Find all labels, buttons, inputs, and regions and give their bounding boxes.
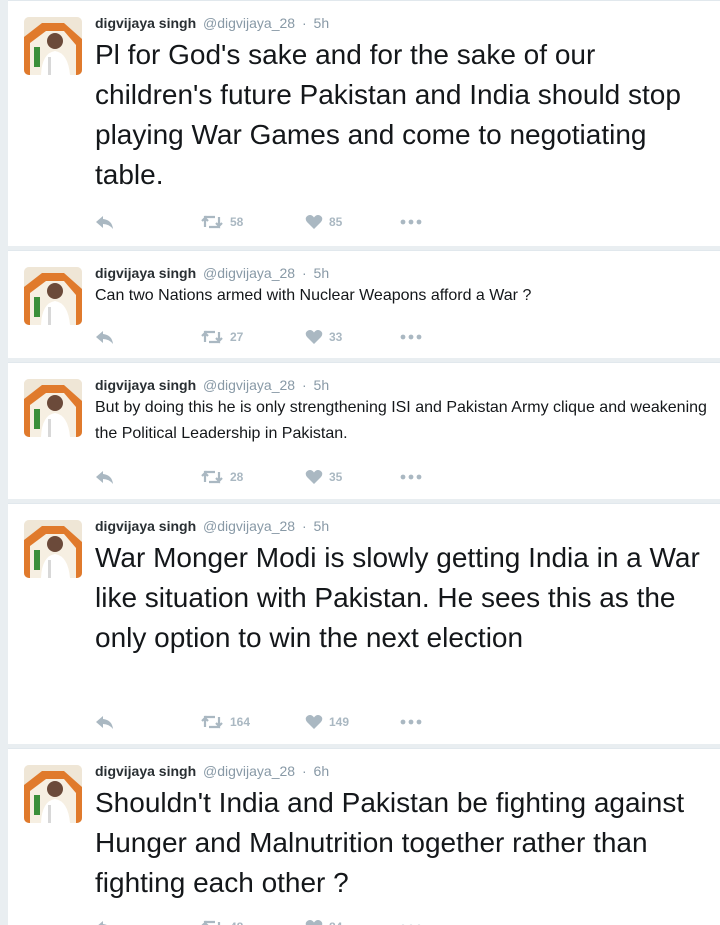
avatar[interactable] xyxy=(24,765,82,823)
retweet-button[interactable]: 58 xyxy=(200,212,243,232)
like-count: 85 xyxy=(329,215,343,229)
retweet-icon xyxy=(201,330,223,344)
more-button[interactable] xyxy=(400,327,422,347)
tweet[interactable]: digvijaya singh @digvijaya_28 · 5h Can t… xyxy=(8,250,720,358)
more-dots-icon xyxy=(400,474,422,480)
retweet-button[interactable]: 27 xyxy=(200,327,243,347)
heart-icon xyxy=(305,215,323,229)
avatar[interactable] xyxy=(24,379,82,437)
reply-icon xyxy=(96,471,113,484)
tweet-feed: digvijaya singh @digvijaya_28 · 5h Pl fo… xyxy=(0,0,720,925)
retweet-icon xyxy=(201,470,223,484)
timestamp[interactable]: 5h xyxy=(314,377,330,393)
separator: · xyxy=(301,15,307,31)
avatar[interactable] xyxy=(24,17,82,75)
reply-button[interactable] xyxy=(95,917,115,925)
retweet-button[interactable]: 28 xyxy=(200,467,243,487)
timestamp[interactable]: 5h xyxy=(314,518,330,534)
display-name[interactable]: digvijaya singh xyxy=(95,265,196,281)
timestamp[interactable]: 6h xyxy=(314,763,330,779)
more-dots-icon xyxy=(400,334,422,340)
like-button[interactable]: 33 xyxy=(305,327,342,347)
timestamp[interactable]: 5h xyxy=(314,15,330,31)
username[interactable]: @digvijaya_28 xyxy=(203,763,295,779)
retweet-button[interactable]: 164 xyxy=(200,712,250,732)
username[interactable]: @digvijaya_28 xyxy=(203,518,295,534)
retweet-icon xyxy=(201,215,223,229)
reply-button[interactable] xyxy=(95,212,115,232)
separator: · xyxy=(301,518,307,534)
tweet-text: But by doing this he is only strengtheni… xyxy=(95,399,707,442)
like-button[interactable]: 35 xyxy=(305,467,342,487)
more-button[interactable] xyxy=(400,467,422,487)
heart-icon xyxy=(305,920,323,925)
retweet-icon xyxy=(201,715,223,729)
avatar[interactable] xyxy=(24,520,82,578)
reply-button[interactable] xyxy=(95,712,115,732)
more-button[interactable] xyxy=(400,212,422,232)
display-name[interactable]: digvijaya singh xyxy=(95,763,196,779)
tweet[interactable]: digvijaya singh @digvijaya_28 · 5h But b… xyxy=(8,362,720,499)
display-name[interactable]: digvijaya singh xyxy=(95,518,196,534)
username[interactable]: @digvijaya_28 xyxy=(203,15,295,31)
separator: · xyxy=(301,763,307,779)
retweet-count: 48 xyxy=(230,920,243,925)
reply-icon xyxy=(98,921,107,925)
tweet-text: Can two Nations armed with Nuclear Weapo… xyxy=(95,287,532,304)
more-button[interactable] xyxy=(400,712,422,732)
heart-icon xyxy=(305,715,323,729)
avatar-image xyxy=(24,267,82,325)
separator: · xyxy=(301,377,307,393)
retweet-icon xyxy=(201,920,221,925)
more-dots-icon xyxy=(400,719,422,725)
tweet[interactable]: digvijaya singh @digvijaya_28 · 5h Pl fo… xyxy=(8,0,720,246)
tweet[interactable]: digvijaya singh @digvijaya_28 · 5h War M… xyxy=(8,503,720,744)
retweet-count: 58 xyxy=(230,215,244,229)
like-button[interactable]: 149 xyxy=(305,712,349,732)
like-count: 84 xyxy=(329,920,342,925)
reply-icon xyxy=(96,716,113,729)
retweet-count: 164 xyxy=(230,715,251,729)
like-count: 35 xyxy=(329,470,343,484)
reply-button[interactable] xyxy=(95,327,115,347)
display-name[interactable]: digvijaya singh xyxy=(95,15,196,31)
heart-icon xyxy=(305,330,323,344)
tweet-text: Pl for God's sake and for the sake of ou… xyxy=(95,39,681,190)
avatar[interactable] xyxy=(24,267,82,325)
avatar-image xyxy=(24,765,82,823)
retweet-button[interactable]: 48 xyxy=(200,917,243,925)
avatar-image xyxy=(24,520,82,578)
retweet-count: 27 xyxy=(230,330,244,344)
heart-icon xyxy=(305,470,323,484)
tweet[interactable]: digvijaya singh @digvijaya_28 · 6h Shoul… xyxy=(8,748,720,925)
reply-icon xyxy=(96,331,113,344)
more-button[interactable] xyxy=(400,917,422,925)
like-button[interactable]: 85 xyxy=(305,212,342,232)
reply-button[interactable] xyxy=(95,467,115,487)
display-name[interactable]: digvijaya singh xyxy=(95,377,196,393)
reply-icon xyxy=(96,216,113,229)
avatar-image xyxy=(24,17,82,75)
tweet-text: War Monger Modi is slowly getting India … xyxy=(95,542,700,653)
like-button[interactable]: 84 xyxy=(305,917,342,925)
separator: · xyxy=(301,265,307,281)
username[interactable]: @digvijaya_28 xyxy=(203,377,295,393)
tweet-text: Shouldn't India and Pakistan be fighting… xyxy=(95,787,685,898)
retweet-count: 28 xyxy=(230,470,244,484)
username[interactable]: @digvijaya_28 xyxy=(203,265,295,281)
more-dots-icon xyxy=(400,219,422,225)
avatar-image xyxy=(24,379,82,437)
timestamp[interactable]: 5h xyxy=(314,265,330,281)
like-count: 149 xyxy=(329,715,350,729)
like-count: 33 xyxy=(329,330,343,344)
